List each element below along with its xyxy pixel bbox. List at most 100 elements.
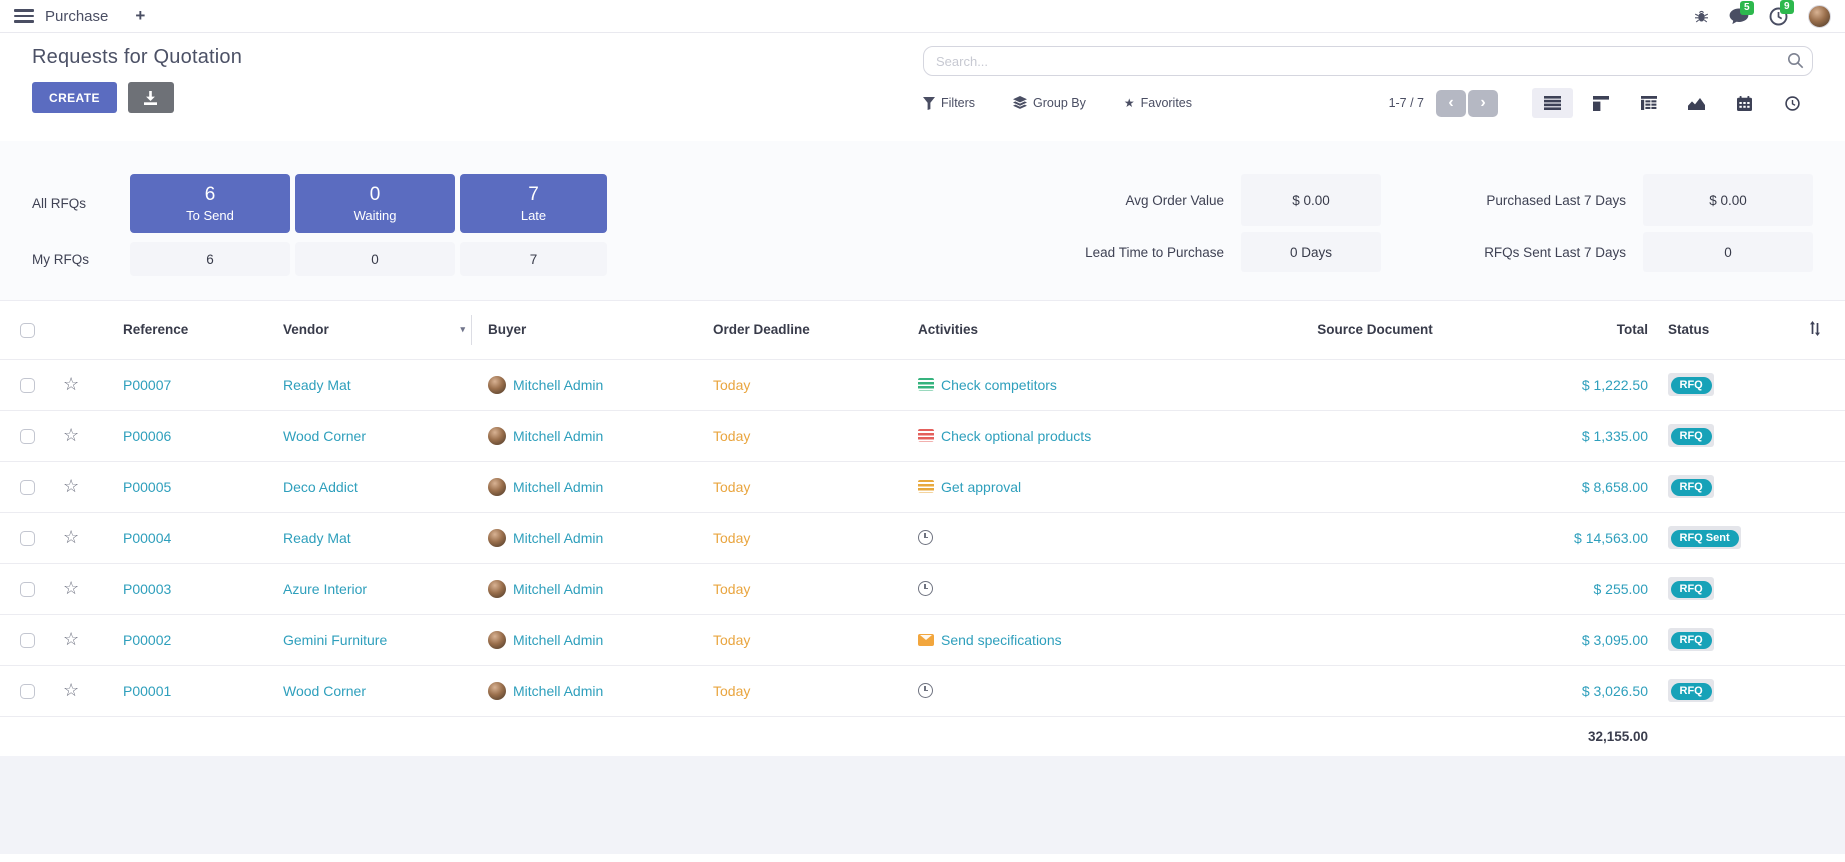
view-pivot-button[interactable]	[1628, 88, 1669, 118]
optional-columns-button[interactable]	[1785, 301, 1845, 359]
favorite-star-icon[interactable]: ☆	[63, 476, 79, 496]
reference-cell[interactable]: P00003	[115, 563, 275, 614]
vendor-cell[interactable]: Ready Mat	[275, 512, 480, 563]
buyer-cell[interactable]: Mitchell Admin	[513, 683, 603, 699]
avg-order-value-label: Avg Order Value	[999, 193, 1224, 208]
select-all-checkbox[interactable]	[20, 323, 35, 338]
debug-bug-icon[interactable]	[1694, 9, 1709, 23]
row-checkbox[interactable]	[20, 378, 35, 393]
app-name[interactable]: Purchase	[45, 8, 108, 25]
view-list-button[interactable]	[1532, 88, 1573, 118]
header-status[interactable]: Status	[1660, 301, 1785, 359]
header-reference[interactable]: Reference	[115, 301, 275, 359]
new-tab-icon[interactable]: +	[135, 6, 145, 26]
activity-label[interactable]: Check competitors	[941, 377, 1057, 393]
late-button[interactable]: 7 Late	[460, 174, 607, 233]
vendor-cell[interactable]: Wood Corner	[275, 410, 480, 461]
favorite-star-icon[interactable]: ☆	[63, 629, 79, 649]
purchased-last-7-days-label: Purchased Last 7 Days	[1398, 193, 1626, 208]
table-row[interactable]: ☆ P00005 Deco Addict Mitchell Admin Toda…	[0, 461, 1845, 512]
pager-previous-button[interactable]: ‹	[1436, 90, 1466, 117]
favorite-star-icon[interactable]: ☆	[63, 578, 79, 598]
reference-cell[interactable]: P00004	[115, 512, 275, 563]
buyer-cell[interactable]: Mitchell Admin	[513, 530, 603, 546]
table-row[interactable]: ☆ P00006 Wood Corner Mitchell Admin Toda…	[0, 410, 1845, 461]
table-row[interactable]: ☆ P00004 Ready Mat Mitchell Admin Today …	[0, 512, 1845, 563]
filters-button[interactable]: Filters	[923, 96, 975, 110]
activity-type-icon[interactable]	[918, 480, 934, 493]
apps-menu-icon[interactable]	[14, 9, 34, 23]
waiting-button[interactable]: 0 Waiting	[295, 174, 455, 233]
favorite-star-icon[interactable]: ☆	[63, 680, 79, 700]
buyer-cell[interactable]: Mitchell Admin	[513, 632, 603, 648]
total-cell: $ 3,026.50	[1490, 665, 1660, 716]
reference-cell[interactable]: P00002	[115, 614, 275, 665]
my-waiting-value[interactable]: 0	[295, 242, 455, 276]
view-graph-button[interactable]	[1676, 88, 1717, 118]
activity-type-icon[interactable]	[918, 429, 934, 442]
header-activities[interactable]: Activities	[910, 301, 1260, 359]
vendor-cell[interactable]: Wood Corner	[275, 665, 480, 716]
vendor-cell[interactable]: Gemini Furniture	[275, 614, 480, 665]
row-checkbox[interactable]	[20, 582, 35, 597]
row-checkbox[interactable]	[20, 633, 35, 648]
buyer-cell[interactable]: Mitchell Admin	[513, 377, 603, 393]
activity-label[interactable]: Check optional products	[941, 428, 1091, 444]
source-document-cell	[1260, 563, 1490, 614]
reference-cell[interactable]: P00006	[115, 410, 275, 461]
buyer-cell[interactable]: Mitchell Admin	[513, 428, 603, 444]
activity-type-icon[interactable]	[918, 530, 933, 545]
row-checkbox[interactable]	[20, 531, 35, 546]
search-icon[interactable]	[1787, 52, 1804, 74]
group-by-button[interactable]: Group By	[1013, 96, 1086, 110]
vendor-cell[interactable]: Azure Interior	[275, 563, 480, 614]
calendar-view-icon	[1737, 96, 1752, 111]
row-checkbox[interactable]	[20, 429, 35, 444]
table-row[interactable]: ☆ P00003 Azure Interior Mitchell Admin T…	[0, 563, 1845, 614]
to-send-button[interactable]: 6 To Send	[130, 174, 290, 233]
header-source-document[interactable]: Source Document	[1260, 301, 1490, 359]
activity-type-icon[interactable]	[918, 581, 933, 596]
favorite-star-icon[interactable]: ☆	[63, 527, 79, 547]
header-buyer[interactable]: Buyer	[480, 301, 705, 359]
search-input[interactable]	[923, 46, 1813, 76]
user-avatar[interactable]	[1808, 5, 1831, 28]
status-badge: RFQ	[1668, 424, 1714, 448]
activity-type-icon[interactable]	[918, 683, 933, 698]
row-checkbox[interactable]	[20, 684, 35, 699]
pager-next-button[interactable]: ›	[1468, 90, 1498, 117]
view-kanban-button[interactable]	[1580, 88, 1621, 118]
activity-label[interactable]: Send specifications	[941, 632, 1062, 648]
favorites-button[interactable]: ★ Favorites	[1124, 96, 1192, 110]
buyer-cell[interactable]: Mitchell Admin	[513, 479, 603, 495]
table-row[interactable]: ☆ P00001 Wood Corner Mitchell Admin Toda…	[0, 665, 1845, 716]
table-row[interactable]: ☆ P00002 Gemini Furniture Mitchell Admin…	[0, 614, 1845, 665]
my-late-value[interactable]: 7	[460, 242, 607, 276]
reference-cell[interactable]: P00007	[115, 359, 275, 410]
total-cell: $ 1,335.00	[1490, 410, 1660, 461]
activity-type-icon[interactable]	[918, 634, 934, 646]
lead-time-value: 0 Days	[1241, 232, 1381, 272]
header-total[interactable]: Total	[1490, 301, 1660, 359]
header-vendor[interactable]: Vendor ▾	[275, 301, 480, 359]
reference-cell[interactable]: P00005	[115, 461, 275, 512]
export-button[interactable]	[128, 82, 174, 113]
table-row[interactable]: ☆ P00007 Ready Mat Mitchell Admin Today …	[0, 359, 1845, 410]
view-calendar-button[interactable]	[1724, 88, 1765, 118]
vendor-cell[interactable]: Deco Addict	[275, 461, 480, 512]
row-checkbox[interactable]	[20, 480, 35, 495]
messages-button[interactable]: 5	[1729, 8, 1749, 25]
view-activity-button[interactable]	[1772, 88, 1813, 118]
buyer-avatar	[488, 682, 506, 700]
create-button[interactable]: CREATE	[32, 82, 117, 113]
vendor-cell[interactable]: Ready Mat	[275, 359, 480, 410]
header-order-deadline[interactable]: Order Deadline	[705, 301, 910, 359]
my-to-send-value[interactable]: 6	[130, 242, 290, 276]
buyer-cell[interactable]: Mitchell Admin	[513, 581, 603, 597]
activity-type-icon[interactable]	[918, 378, 934, 391]
favorite-star-icon[interactable]: ☆	[63, 374, 79, 394]
activities-button[interactable]: 9	[1769, 7, 1788, 26]
activity-label[interactable]: Get approval	[941, 479, 1021, 495]
reference-cell[interactable]: P00001	[115, 665, 275, 716]
favorite-star-icon[interactable]: ☆	[63, 425, 79, 445]
